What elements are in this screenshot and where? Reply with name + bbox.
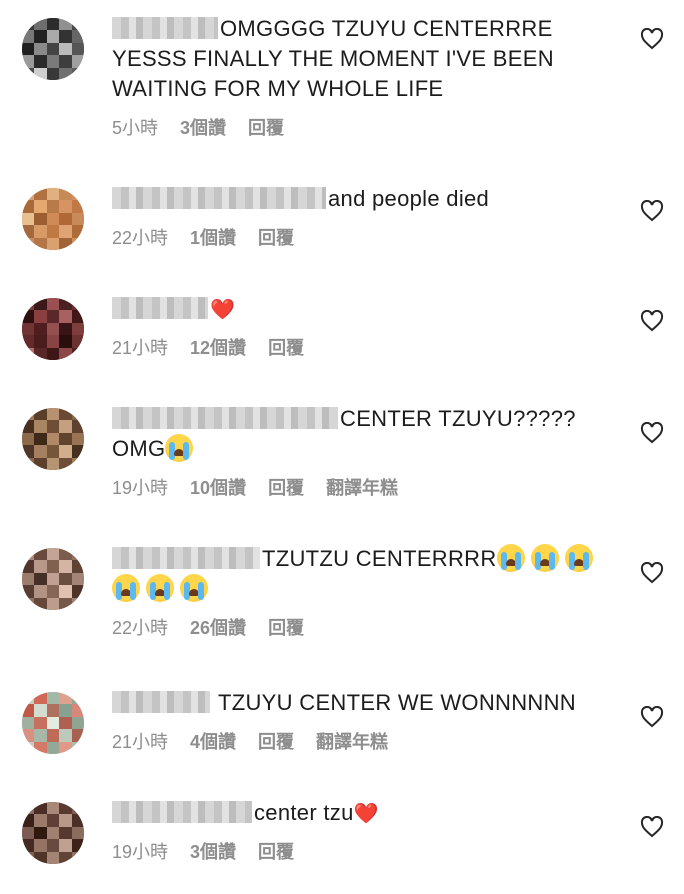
comment-text: and people died (112, 184, 602, 214)
username[interactable] (112, 17, 218, 39)
comment-text: CENTER TZUYU????? OMG (112, 406, 576, 462)
comment-item: OMGGGG TZUYU CENTERRRE YESSS FINALLY THE… (0, 14, 684, 164)
comment-meta: 22小時 26個讚 回覆 (112, 614, 602, 640)
comment-list: OMGGGG TZUYU CENTERRRE YESSS FINALLY THE… (0, 0, 684, 894)
likes-count[interactable]: 3個讚 (180, 114, 226, 140)
timestamp: 22小時 (112, 228, 169, 248)
heart-outline-icon[interactable] (640, 816, 664, 838)
heart-emoji: ❤️ (353, 801, 379, 825)
comment-item: TZUYU CENTER WE WONNNNNN 21小時 4個讚 回覆 翻譯年… (0, 688, 684, 788)
comment-meta: 22小時 1個讚 回覆 (112, 224, 602, 250)
likes-count[interactable]: 10個讚 (190, 474, 246, 500)
heart-outline-icon[interactable] (640, 200, 664, 222)
comment-item: and people died 22小時 1個讚 回覆 (0, 184, 684, 284)
comment-text: TZUYU CENTER WE WONNNNNN (112, 688, 602, 718)
comment-text: center tzu❤️ (112, 798, 602, 828)
crying-face-emoji (165, 434, 194, 462)
comment-item: ❤️ 21小時 12個讚 回覆 (0, 294, 684, 394)
reply-button[interactable]: 回覆 (258, 224, 294, 250)
heart-outline-icon[interactable] (640, 562, 664, 584)
reply-button[interactable]: 回覆 (268, 474, 304, 500)
likes-count[interactable]: 3個讚 (190, 838, 236, 864)
comment-meta: 5小時 3個讚 回覆 (112, 114, 602, 140)
username[interactable] (112, 691, 210, 713)
crying-face-emoji (112, 574, 140, 602)
avatar[interactable] (22, 188, 84, 250)
username[interactable] (112, 297, 208, 319)
username[interactable] (112, 801, 252, 823)
comment-text: OMGGGG TZUYU CENTERRRE YESSS FINALLY THE… (112, 16, 554, 101)
reply-button[interactable]: 回覆 (258, 728, 294, 754)
reply-button[interactable]: 回覆 (248, 114, 284, 140)
timestamp: 22小時 (112, 618, 169, 638)
comment-meta: 21小時 12個讚 回覆 (112, 334, 602, 360)
username[interactable] (112, 187, 326, 209)
avatar[interactable] (22, 802, 84, 864)
timestamp: 21小時 (112, 338, 169, 358)
reply-button[interactable]: 回覆 (268, 334, 304, 360)
comment-item: center tzu❤️ 19小時 3個讚 回覆 (0, 798, 684, 888)
heart-outline-icon[interactable] (640, 28, 664, 50)
timestamp: 19小時 (112, 842, 169, 862)
likes-count[interactable]: 1個讚 (190, 224, 236, 250)
comment-body: and people died 22小時 1個讚 回覆 (112, 184, 602, 250)
likes-count[interactable]: 12個讚 (190, 334, 246, 360)
avatar[interactable] (22, 18, 84, 80)
reply-button[interactable]: 回覆 (268, 614, 304, 640)
likes-count[interactable]: 26個讚 (190, 614, 246, 640)
avatar[interactable] (22, 548, 84, 610)
heart-outline-icon[interactable] (640, 706, 664, 728)
comment-body: TZUYU CENTER WE WONNNNNN 21小時 4個讚 回覆 翻譯年… (112, 688, 602, 754)
comment-meta: 19小時 10個讚 回覆 翻譯年糕 (112, 474, 602, 500)
timestamp: 21小時 (112, 732, 169, 752)
avatar[interactable] (22, 408, 84, 470)
likes-count[interactable]: 4個讚 (190, 728, 236, 754)
heart-outline-icon[interactable] (640, 310, 664, 332)
username[interactable] (112, 407, 338, 429)
avatar[interactable] (22, 298, 84, 360)
comment-item: CENTER TZUYU????? OMG 19小時 10個讚 回覆 翻譯年糕 (0, 404, 684, 534)
timestamp: 5小時 (112, 118, 159, 138)
translate-button[interactable]: 翻譯年糕 (326, 474, 398, 500)
translate-button[interactable]: 翻譯年糕 (316, 728, 388, 754)
comment-body: center tzu❤️ 19小時 3個讚 回覆 (112, 798, 602, 864)
comment-text: TZUTZU CENTERRRR (112, 544, 602, 604)
crying-face-emoji (146, 574, 174, 602)
comment-meta: 21小時 4個讚 回覆 翻譯年糕 (112, 728, 602, 754)
timestamp: 19小時 (112, 478, 169, 498)
avatar[interactable] (22, 692, 84, 754)
username[interactable] (112, 547, 260, 569)
crying-face-emoji (564, 544, 593, 572)
comment-meta: 19小時 3個讚 回覆 (112, 838, 602, 864)
comment-body: TZUTZU CENTERRRR 22小時 26個讚 回覆 (112, 544, 602, 640)
crying-face-emoji (496, 544, 525, 572)
comment-body: OMGGGG TZUYU CENTERRRE YESSS FINALLY THE… (112, 14, 602, 140)
comment-body: ❤️ 21小時 12個讚 回覆 (112, 294, 602, 360)
comment-item: TZUTZU CENTERRRR 22小時 26個讚 回覆 (0, 544, 684, 684)
heart-outline-icon[interactable] (640, 422, 664, 444)
crying-face-emoji (530, 544, 559, 572)
comment-text: ❤️ (112, 294, 602, 324)
comment-body: CENTER TZUYU????? OMG 19小時 10個讚 回覆 翻譯年糕 (112, 404, 602, 500)
heart-emoji: ❤️ (210, 297, 236, 321)
reply-button[interactable]: 回覆 (258, 838, 294, 864)
crying-face-emoji (180, 574, 208, 602)
